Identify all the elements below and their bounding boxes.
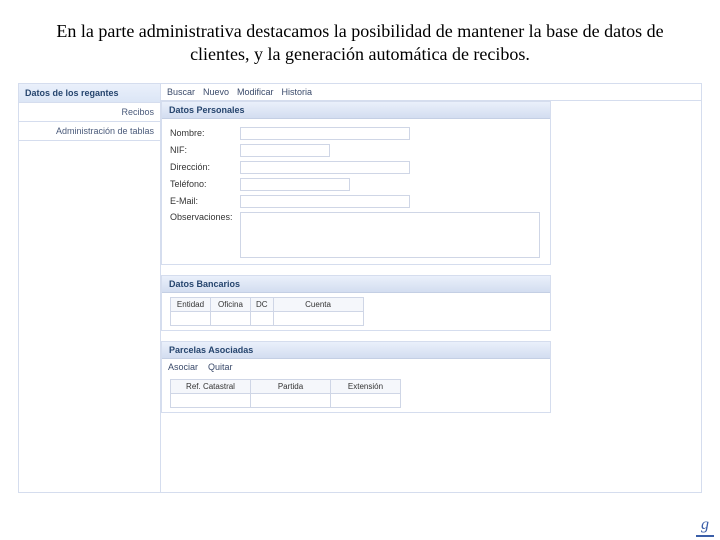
sidebar-header: Datos de los regantes — [19, 84, 160, 103]
label-email: E-Mail: — [170, 196, 240, 206]
logo-glyph: g — [701, 516, 709, 533]
label-nif: NIF: — [170, 145, 240, 155]
input-observaciones[interactable] — [240, 212, 540, 258]
personales-block: Datos Personales Nombre: NIF: Dirección:… — [161, 101, 551, 265]
input-email[interactable] — [240, 195, 410, 208]
personales-form: Nombre: NIF: Dirección: Teléfono: E-Mail… — [162, 119, 550, 264]
label-observaciones: Observaciones: — [170, 212, 240, 222]
bank-row[interactable] — [171, 311, 364, 325]
btn-asociar[interactable]: Asociar — [168, 362, 198, 372]
admin-app: Datos de los regantes Recibos Administra… — [18, 83, 702, 493]
label-nombre: Nombre: — [170, 128, 240, 138]
main-panel: Buscar Nuevo Modificar Historia Datos Pe… — [161, 84, 701, 492]
sidebar-item-admin-tablas[interactable]: Administración de tablas — [19, 122, 160, 141]
parcel-col-partida: Partida — [251, 379, 331, 393]
section-personales: Datos Personales — [162, 101, 550, 119]
slide-caption: En la parte administrativa destacamos la… — [0, 0, 720, 75]
bank-col-cuenta: Cuenta — [273, 297, 363, 311]
bank-col-dc: DC — [251, 297, 274, 311]
logo-bar — [696, 535, 714, 537]
parcel-table: Ref. Catastral Partida Extensión — [170, 379, 401, 408]
bank-table: Entidad Oficina DC Cuenta — [170, 297, 364, 326]
sidebar-item-recibos[interactable]: Recibos — [19, 103, 160, 122]
toolbar-buscar[interactable]: Buscar — [167, 87, 195, 97]
toolbar-nuevo[interactable]: Nuevo — [203, 87, 229, 97]
footer-logo: g — [696, 516, 714, 536]
btn-quitar[interactable]: Quitar — [208, 362, 233, 372]
bank-col-entidad: Entidad — [171, 297, 211, 311]
parcel-col-ref: Ref. Catastral — [171, 379, 251, 393]
toolbar-historia[interactable]: Historia — [282, 87, 313, 97]
parcelas-block: Parcelas Asociadas Asociar Quitar Ref. C… — [161, 341, 551, 413]
toolbar-modificar[interactable]: Modificar — [237, 87, 274, 97]
input-nif[interactable] — [240, 144, 330, 157]
sidebar: Datos de los regantes Recibos Administra… — [19, 84, 161, 492]
parcel-row[interactable] — [171, 393, 401, 407]
input-telefono[interactable] — [240, 178, 350, 191]
bancarios-block: Datos Bancarios Entidad Oficina DC Cuent… — [161, 275, 551, 331]
input-nombre[interactable] — [240, 127, 410, 140]
parcelas-toolbar: Asociar Quitar — [162, 359, 550, 375]
section-parcelas: Parcelas Asociadas — [162, 341, 550, 359]
label-telefono: Teléfono: — [170, 179, 240, 189]
parcel-col-extension: Extensión — [331, 379, 401, 393]
bank-col-oficina: Oficina — [211, 297, 251, 311]
main-toolbar: Buscar Nuevo Modificar Historia — [161, 84, 701, 101]
section-bancarios: Datos Bancarios — [162, 275, 550, 293]
input-direccion[interactable] — [240, 161, 410, 174]
label-direccion: Dirección: — [170, 162, 240, 172]
